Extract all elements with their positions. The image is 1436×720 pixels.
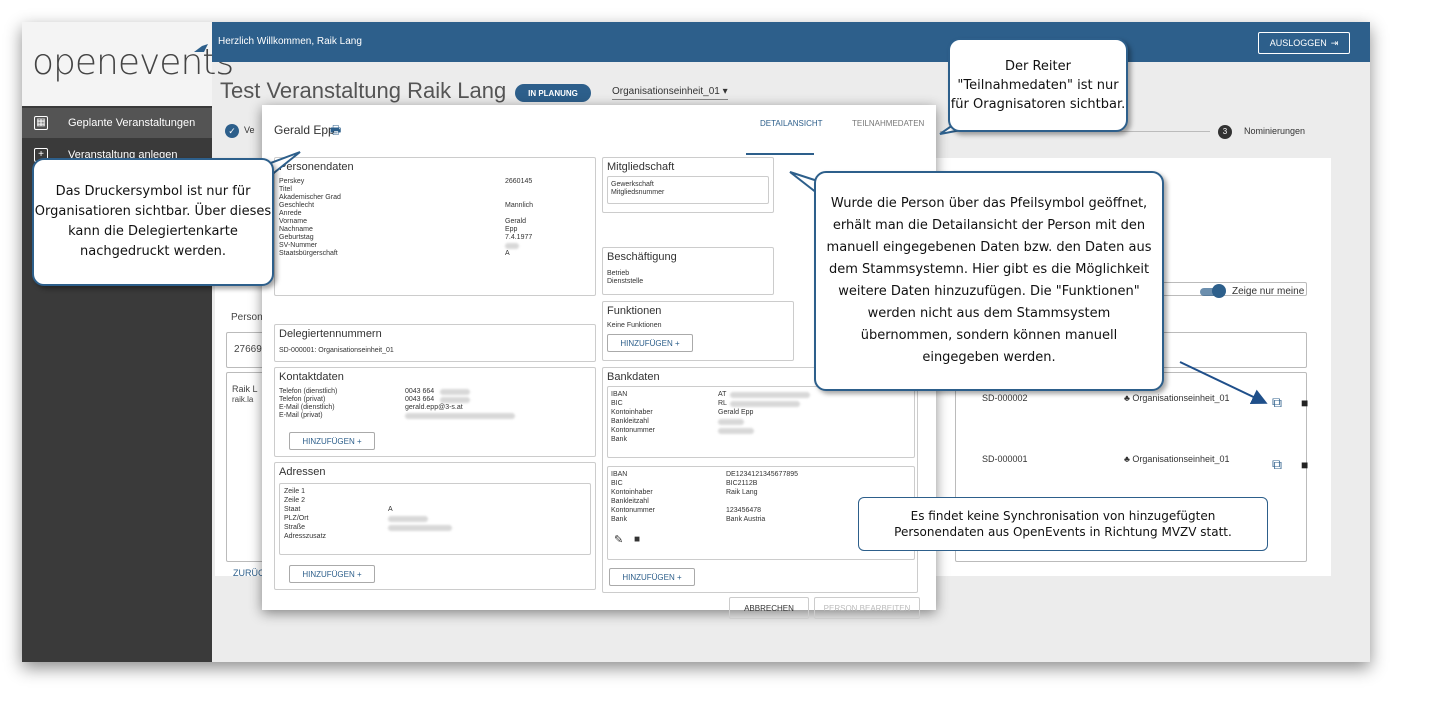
callout-synchronisation: Es findet keine Synchronisation von hinz… — [858, 497, 1268, 551]
annotation-arrows — [249, 116, 1268, 405]
callout-text: Wurde die Person über das Pfeilsymbol ge… — [826, 196, 1152, 365]
arrow-line — [1179, 361, 1268, 405]
callout-drucker: Das Druckersymbol ist nur für Organisati… — [32, 158, 274, 286]
callout-text: Das Druckersymbol ist nur für Organisati… — [34, 184, 272, 259]
callout-text: Der Reiter "Teilnahmedaten" ist nur für … — [950, 58, 1126, 112]
callout-teilnahmedaten: Der Reiter "Teilnahmedaten" ist nur für … — [948, 38, 1128, 132]
callout-text: Es findet keine Synchronisation von hinz… — [894, 509, 1232, 539]
callout-pfeilsymbol: Wurde die Person über das Pfeilsymbol ge… — [814, 171, 1164, 391]
